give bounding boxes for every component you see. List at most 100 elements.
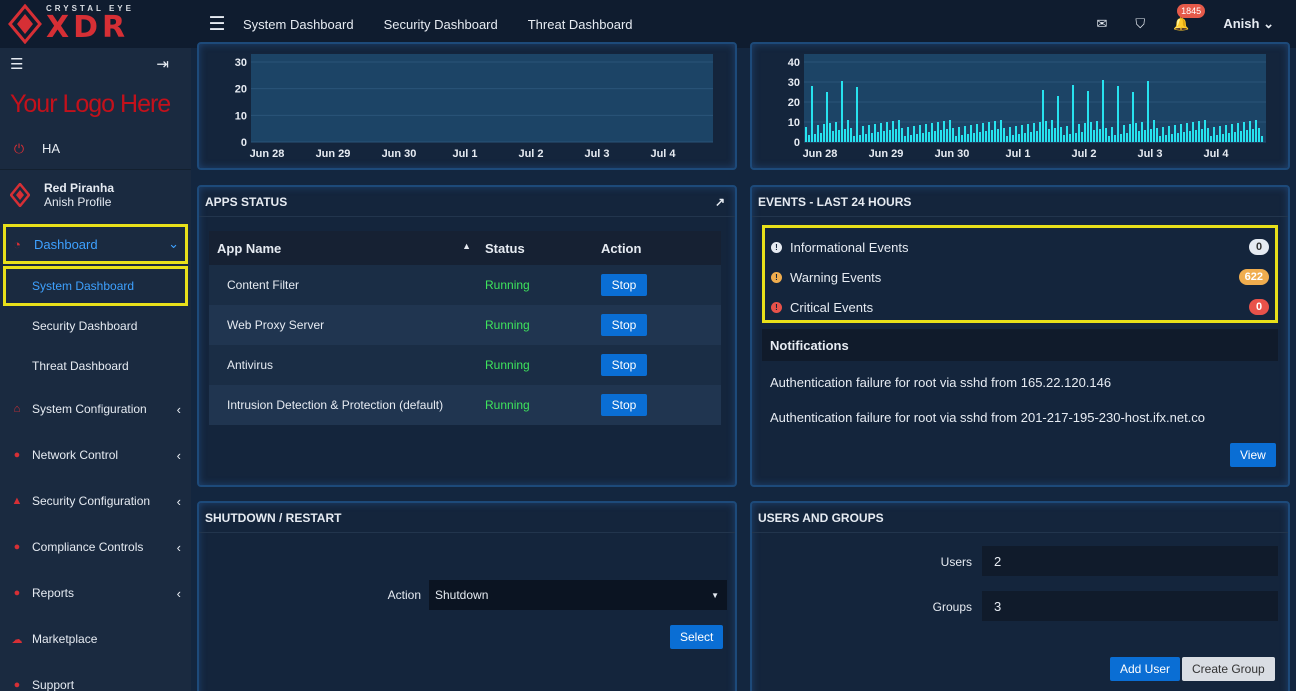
app-name: Web Proxy Server: [227, 318, 325, 332]
sidebar-sub-security-dashboard[interactable]: Security Dashboard: [0, 306, 191, 346]
caret-down-icon: ▼: [711, 590, 719, 600]
sidebar-item-label: Security Configuration: [32, 494, 151, 508]
stop-button[interactable]: Stop: [601, 394, 647, 416]
chart-right: 40 30 20 10 0Jun 28 Jun 29 Jun 30 Jul 1 Jul 2 Jul…: [788, 54, 1266, 160]
info-icon: !: [771, 241, 782, 253]
x-tick-label: Jun 29: [316, 148, 351, 160]
sidebar-item-dashboard[interactable]: ◔ Dashboard ⌄: [3, 224, 188, 264]
top-link-security-dashboard[interactable]: Security Dashboard: [384, 17, 498, 32]
chevron-left-icon: ‹: [176, 401, 181, 417]
event-count: 622: [1238, 269, 1269, 285]
notifications-title: Notifications: [762, 329, 1278, 361]
event-label: Warning Events: [790, 269, 882, 285]
sidebar-sub-threat-dashboard[interactable]: Threat Dashboard: [0, 346, 191, 386]
sidebar-item-security-configuration[interactable]: ▲ Security Configuration ‹: [0, 478, 191, 524]
sidebar: CRYSTAL EYE XDR ☰ ⇥ Your Logo Here ⏻ HA …: [0, 0, 191, 691]
x-tick-label: Jun 28: [250, 148, 285, 160]
chevron-left-icon: ‹: [176, 493, 181, 509]
x-tick-label: Jun 30: [935, 148, 970, 160]
mail-icon[interactable]: ✉: [1096, 16, 1107, 32]
sidebar-item-support[interactable]: ● Support: [0, 662, 191, 691]
sidebar-sub-system-dashboard[interactable]: System Dashboard: [3, 266, 188, 306]
add-user-button[interactable]: Add User: [1110, 657, 1181, 681]
users-groups-title: USERS AND GROUPS: [752, 503, 1288, 533]
action-select-value: Shutdown: [435, 588, 489, 602]
users-label: Users: [940, 555, 972, 569]
x-tick-label: Jun 30: [382, 148, 417, 160]
shield-icon[interactable]: ⛉: [1135, 16, 1145, 32]
sidebar-item-label: Compliance Controls: [32, 540, 144, 554]
top-link-threat-dashboard[interactable]: Threat Dashboard: [528, 17, 633, 32]
y-tick-label: 20: [235, 84, 247, 96]
event-warning[interactable]: ! Warning Events 622: [771, 262, 1269, 292]
select-button[interactable]: Select: [670, 625, 724, 649]
support-icon: ●: [13, 679, 21, 691]
compliance-icon: ●: [13, 541, 21, 553]
user-menu[interactable]: Anish ⌄: [1223, 16, 1274, 32]
event-critical[interactable]: ! Critical Events 0: [771, 292, 1269, 322]
users-count-field: 2: [982, 546, 1278, 576]
chart-panel-right: 40 30 20 10 0 Jun 28 Jun 29 Jun 30 Jul 1 Jul 2 Jul…: [750, 42, 1290, 170]
sidebar-item-marketplace[interactable]: ☁ Marketplace: [0, 616, 191, 662]
apps-status-panel: APPS STATUS ↗ App Name ▲ Status Action Con…: [197, 185, 737, 487]
dashboard-icon: ◔: [13, 236, 21, 252]
notification-badge: 1845: [1177, 4, 1206, 18]
sidebar-item-compliance-controls[interactable]: ● Compliance Controls ‹: [0, 524, 191, 570]
chart-left: 30 20 10 0Jun 28 Jun 29 Jun 30 Jul 1 Jul 2 Jul 3…: [235, 54, 713, 160]
app-status: Running: [485, 398, 530, 412]
x-tick-label: Jul 1: [1005, 148, 1030, 160]
sidebar-toolbar: ☰ ⇥: [0, 48, 191, 80]
table-row: Antivirus Running Stop: [209, 345, 721, 385]
hamburger-icon[interactable]: ☰: [191, 13, 243, 36]
action-label: Action: [387, 588, 421, 602]
diamond-logo-icon: [8, 4, 42, 44]
app-name: Content Filter: [227, 278, 300, 292]
sidebar-item-label: Reports: [32, 586, 75, 600]
sidebar-item-reports[interactable]: ● Reports ‹: [0, 570, 191, 616]
sidebar-item-label: Support: [32, 678, 75, 691]
y-tick-label: 0: [794, 137, 800, 149]
menu-icon[interactable]: ☰: [10, 55, 23, 73]
top-link-system-dashboard[interactable]: System Dashboard: [243, 17, 354, 32]
home-icon: ⌂: [13, 403, 21, 415]
notification-item[interactable]: Authentication failure for root via sshd…: [770, 410, 1205, 425]
col-app-name[interactable]: App Name ▲: [209, 241, 485, 256]
sort-up-icon: ▲: [462, 240, 471, 251]
x-tick-label: Jul 2: [518, 148, 543, 160]
shutdown-title: SHUTDOWN / RESTART: [199, 503, 735, 533]
profile[interactable]: Red Piranha Anish Profile: [0, 170, 191, 220]
col-status: Status: [485, 240, 525, 256]
event-informational[interactable]: ! Informational Events 0: [771, 232, 1269, 262]
x-tick-label: Jul 2: [1071, 148, 1096, 160]
chevron-left-icon: ‹: [176, 539, 181, 555]
critical-icon: !: [771, 301, 782, 313]
sidebar-item-network-control[interactable]: ● Network Control ‹: [0, 432, 191, 478]
x-tick-label: Jun 28: [803, 148, 838, 160]
notification-item[interactable]: Authentication failure for root via sshd…: [770, 375, 1111, 390]
logout-icon[interactable]: ⇥: [156, 55, 169, 73]
app-status: Running: [485, 278, 530, 292]
action-select[interactable]: Shutdown ▼: [429, 580, 727, 610]
chevron-down-icon: ⌄: [168, 236, 179, 251]
apps-table: App Name ▲ Status Action Content Filter Ru…: [209, 231, 721, 425]
sidebar-item-label: Network Control: [32, 448, 119, 462]
brand-big-text: XDR: [46, 10, 130, 45]
stop-button[interactable]: Stop: [601, 314, 647, 336]
sidebar-item-ha[interactable]: ⏻ HA: [0, 128, 191, 170]
stop-button[interactable]: Stop: [601, 354, 647, 376]
bell-icon[interactable]: 🔔 1845: [1173, 4, 1206, 32]
stop-button[interactable]: Stop: [601, 274, 647, 296]
external-link-icon[interactable]: ↗: [715, 195, 725, 209]
view-button[interactable]: View: [1230, 443, 1276, 467]
sidebar-item-system-configuration[interactable]: ⌂ System Configuration ‹: [0, 386, 191, 432]
shutdown-panel: SHUTDOWN / RESTART Action Shutdown ▼ Sel…: [197, 501, 737, 691]
brand-logo[interactable]: CRYSTAL EYE XDR: [0, 0, 191, 48]
x-tick-label: Jun 29: [869, 148, 904, 160]
chevron-left-icon: ‹: [176, 447, 181, 463]
create-group-button[interactable]: Create Group: [1182, 657, 1275, 681]
apps-status-title: APPS STATUS: [205, 194, 288, 209]
table-header: App Name ▲ Status Action: [209, 231, 721, 265]
y-tick-label: 30: [788, 77, 800, 89]
event-label: Informational Events: [790, 239, 909, 255]
x-tick-label: Jul 3: [1137, 148, 1162, 160]
